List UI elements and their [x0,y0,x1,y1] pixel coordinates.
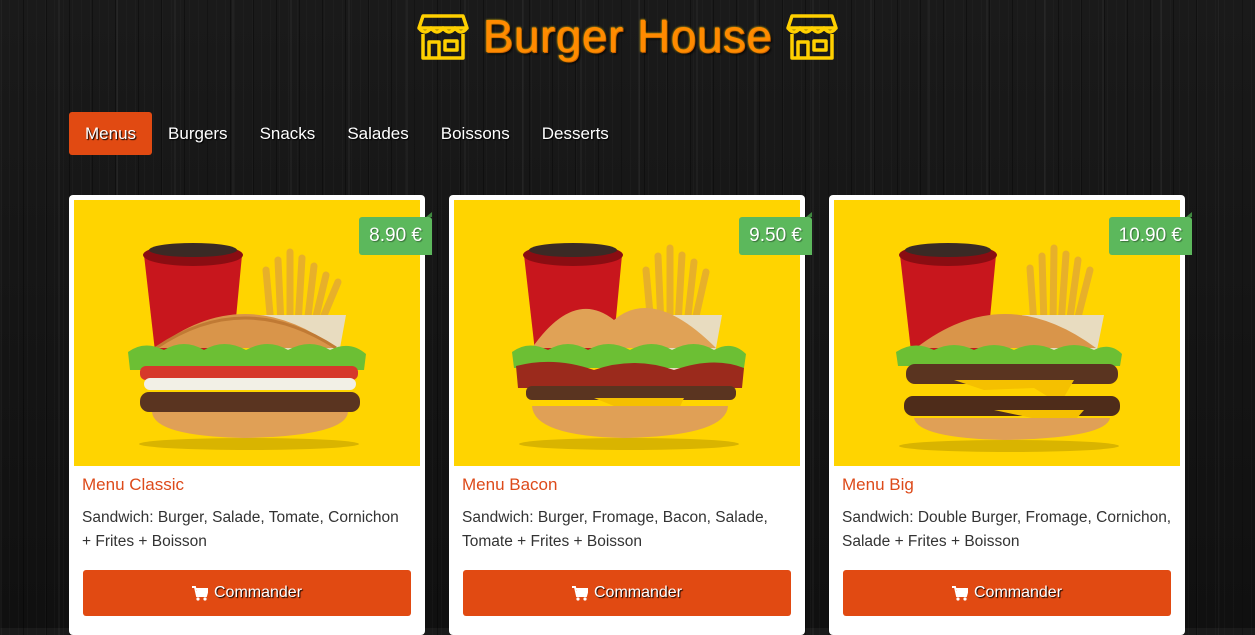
cart-icon [951,585,968,601]
order-button-label: Commander [593,584,683,601]
category-nav: Menus Burgers Snacks Salades Boissons De… [69,112,625,155]
nav-item-burgers[interactable]: Burgers [152,112,244,155]
product-card-classic: 8.90 € Menu Classic Sandwich: Burger, Sa… [69,195,432,635]
shop-icon [786,12,839,60]
nav-item-menus[interactable]: Menus [69,112,153,155]
order-button-label: Commander [213,584,303,601]
product-title[interactable]: Menu Big [842,475,1180,495]
order-button[interactable]: Commander [843,570,1171,616]
product-card-big: 10.90 € Menu Big Sandwich: Double Burger… [829,195,1193,635]
site-title: Burger House [482,10,773,62]
product-description: Sandwich: Burger, Salade, Tomate, Cornic… [82,509,399,550]
product-description: Sandwich: Double Burger, Fromage, Cornic… [842,509,1172,550]
nav-item-snacks[interactable]: Snacks [244,112,332,155]
nav-item-salades[interactable]: Salades [331,112,424,155]
price-badge: 8.90 € [359,212,432,255]
product-title[interactable]: Menu Classic [82,475,420,495]
order-button[interactable]: Commander [463,570,791,616]
product-image: 10.90 € [834,200,1193,466]
order-button-label: Commander [973,584,1063,601]
shop-icon [416,12,469,60]
site-header: Burger House [0,6,1255,66]
cart-icon [191,585,208,601]
product-card-bacon: 9.50 € Menu Bacon Sandwich: Burger, From… [449,195,812,635]
product-description: Sandwich: Burger, Fromage, Bacon, Salade… [462,509,768,550]
order-button[interactable]: Commander [83,570,411,616]
price-badge: 9.50 € [739,212,812,255]
cart-icon [571,585,588,601]
price-badge: 10.90 € [1108,212,1193,255]
product-image: 8.90 € [74,200,432,466]
nav-item-boissons[interactable]: Boissons [425,112,526,155]
nav-item-desserts[interactable]: Desserts [526,112,625,155]
product-image: 9.50 € [454,200,812,466]
product-title[interactable]: Menu Bacon [462,475,800,495]
